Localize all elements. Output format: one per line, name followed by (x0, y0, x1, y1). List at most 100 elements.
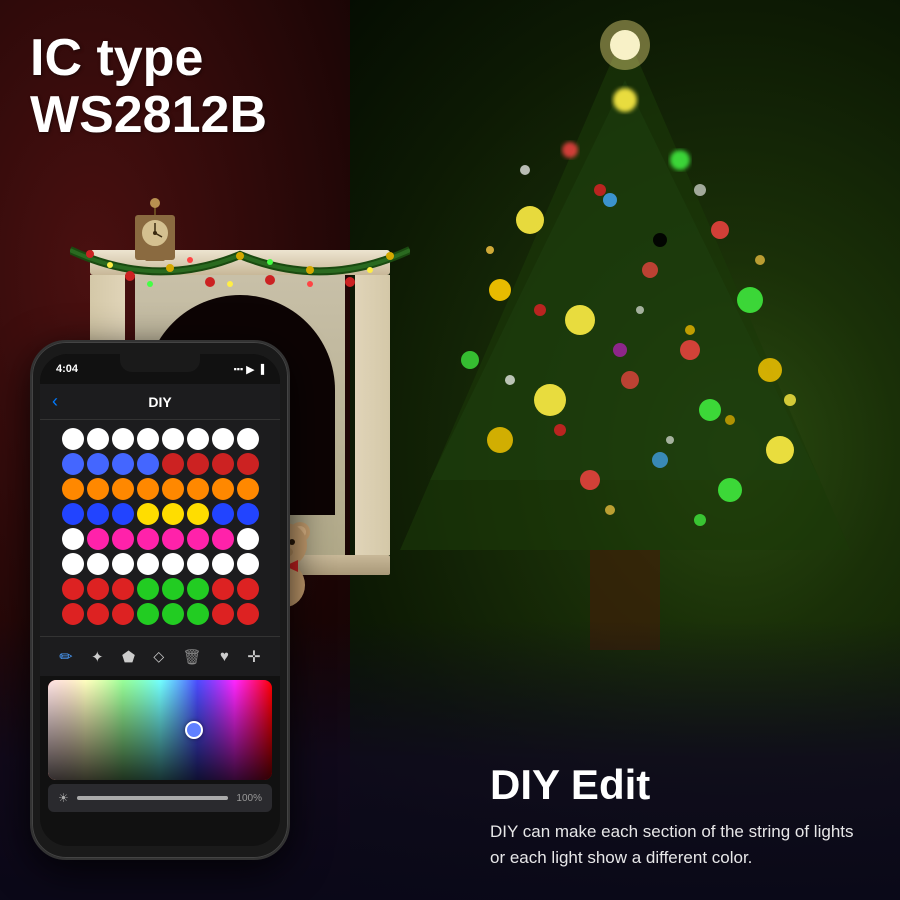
color-dot[interactable] (87, 603, 109, 625)
color-dot[interactable] (237, 453, 259, 475)
mantel-clock (130, 195, 180, 270)
color-dot[interactable] (87, 578, 109, 600)
color-dot[interactable] (162, 578, 184, 600)
color-dot[interactable] (112, 428, 134, 450)
ic-type-heading: IC type WS2812B (30, 30, 267, 144)
color-dot[interactable] (237, 503, 259, 525)
ic-type-line1: IC type (30, 30, 267, 87)
status-icons: ▪▪▪ ▶ ▐ (234, 363, 264, 376)
color-dot[interactable] (187, 603, 209, 625)
color-dot[interactable] (87, 503, 109, 525)
color-dot[interactable] (137, 578, 159, 600)
color-picker[interactable] (48, 680, 272, 780)
color-dot[interactable] (187, 528, 209, 550)
color-dot[interactable] (212, 553, 234, 575)
color-dot[interactable] (162, 453, 184, 475)
color-dot[interactable] (212, 603, 234, 625)
phone-outer: 4:04 ▪▪▪ ▶ ▐ ‹ DIY (30, 340, 290, 860)
status-time: 4:04 (56, 363, 78, 375)
color-dot[interactable] (87, 553, 109, 575)
color-dot[interactable] (87, 528, 109, 550)
phone-mockup: 4:04 ▪▪▪ ▶ ▐ ‹ DIY (30, 340, 290, 860)
pencil-icon[interactable]: ✏ (59, 647, 72, 667)
sparkle-icon[interactable]: ✦ (91, 648, 104, 666)
color-row-6 (48, 553, 272, 575)
color-dot[interactable] (62, 603, 84, 625)
color-dot[interactable] (112, 603, 134, 625)
color-dot[interactable] (162, 603, 184, 625)
color-dot[interactable] (237, 578, 259, 600)
color-dot[interactable] (62, 478, 84, 500)
color-dot[interactable] (187, 478, 209, 500)
color-dot[interactable] (112, 528, 134, 550)
color-dot[interactable] (162, 478, 184, 500)
color-dot[interactable] (112, 578, 134, 600)
color-dot[interactable] (212, 528, 234, 550)
bucket-icon[interactable]: ⬟ (122, 648, 135, 666)
bottom-content: DIY Edit DIY can make each section of th… (490, 761, 870, 870)
ic-type-line2: WS2812B (30, 87, 267, 144)
brightness-track[interactable] (77, 796, 229, 800)
plus-icon[interactable]: ✛ (247, 647, 260, 667)
color-dot[interactable] (237, 553, 259, 575)
color-dot[interactable] (162, 503, 184, 525)
app-title: DIY (148, 394, 171, 410)
color-dot[interactable] (62, 578, 84, 600)
color-dot[interactable] (237, 428, 259, 450)
diamond-icon[interactable]: ◇ (153, 648, 164, 665)
color-row-1 (48, 428, 272, 450)
color-row-5 (48, 528, 272, 550)
color-dot[interactable] (62, 453, 84, 475)
color-picker-cursor (185, 721, 203, 739)
color-dot[interactable] (187, 553, 209, 575)
color-dot[interactable] (62, 503, 84, 525)
battery-icon: ▐ (258, 364, 264, 374)
color-dot[interactable] (112, 553, 134, 575)
color-dot[interactable] (212, 478, 234, 500)
color-dot[interactable] (187, 578, 209, 600)
color-dot[interactable] (137, 528, 159, 550)
color-dot[interactable] (187, 503, 209, 525)
phone-screen: 4:04 ▪▪▪ ▶ ▐ ‹ DIY (40, 354, 280, 846)
color-dot[interactable] (187, 453, 209, 475)
app-toolbar: ✏ ✦ ⬟ ◇ 🗑 ♥ ✛ (40, 636, 280, 676)
color-dot[interactable] (212, 578, 234, 600)
color-dot[interactable] (62, 553, 84, 575)
back-button[interactable]: ‹ (52, 391, 58, 412)
garland (70, 240, 410, 305)
color-dot[interactable] (112, 453, 134, 475)
color-dot[interactable] (87, 453, 109, 475)
color-dot[interactable] (162, 428, 184, 450)
color-dot[interactable] (212, 503, 234, 525)
color-dot[interactable] (212, 428, 234, 450)
color-row-7 (48, 578, 272, 600)
brightness-bar: ☀ 100% (48, 784, 272, 812)
color-dot[interactable] (137, 453, 159, 475)
color-dot[interactable] (137, 553, 159, 575)
trash-icon[interactable]: 🗑 (183, 648, 202, 666)
color-row-4 (48, 503, 272, 525)
color-dot[interactable] (87, 478, 109, 500)
brightness-icon: ☀ (58, 791, 69, 805)
color-dot[interactable] (112, 503, 134, 525)
color-dot[interactable] (237, 478, 259, 500)
color-dot[interactable] (62, 428, 84, 450)
color-dot[interactable] (137, 503, 159, 525)
color-dot[interactable] (137, 478, 159, 500)
wifi-icon: ▶ (246, 363, 254, 376)
color-dot[interactable] (162, 553, 184, 575)
diy-edit-description: DIY can make each section of the string … (490, 819, 870, 870)
color-dot[interactable] (162, 528, 184, 550)
color-dot[interactable] (62, 528, 84, 550)
brightness-fill (77, 796, 229, 800)
color-dot[interactable] (137, 428, 159, 450)
color-dot[interactable] (137, 603, 159, 625)
heart-icon[interactable]: ♥ (220, 648, 229, 665)
color-dot[interactable] (187, 428, 209, 450)
color-dot[interactable] (87, 428, 109, 450)
color-dot[interactable] (237, 603, 259, 625)
color-dot[interactable] (237, 528, 259, 550)
color-dot[interactable] (112, 478, 134, 500)
color-picker-dark-overlay (48, 680, 272, 780)
color-dot[interactable] (212, 453, 234, 475)
